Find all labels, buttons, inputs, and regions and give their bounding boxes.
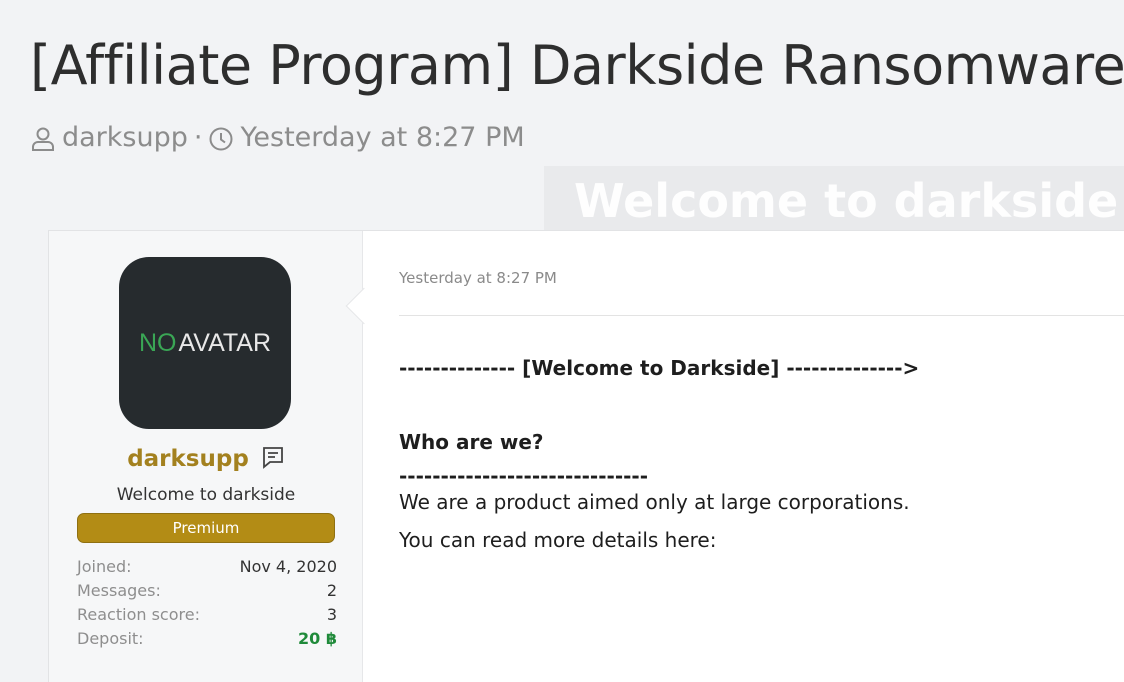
stat-value[interactable]: 2 bbox=[327, 579, 337, 603]
premium-badge: Premium bbox=[77, 513, 335, 543]
clock-icon bbox=[208, 122, 234, 153]
author-link[interactable]: darksupp bbox=[62, 122, 188, 153]
user-title: Welcome to darkside bbox=[116, 485, 296, 505]
thread-title: [Affiliate Program] Darkside Ransomware bbox=[30, 34, 1124, 97]
stat-label: Messages: bbox=[77, 581, 161, 600]
user-info-column: NO AVATAR darksupp Welcome to darkside P… bbox=[49, 231, 363, 682]
post-divider bbox=[399, 315, 1124, 316]
stat-label: Deposit: bbox=[77, 629, 144, 648]
stat-deposit: Deposit: 20 ฿ bbox=[77, 627, 337, 651]
stat-value: Nov 4, 2020 bbox=[239, 557, 337, 576]
stat-messages: Messages: 2 bbox=[77, 579, 337, 603]
avatar[interactable]: NO AVATAR bbox=[119, 257, 291, 429]
who-heading: Who are we? bbox=[399, 430, 544, 454]
user-stats: Joined: Nov 4, 2020 Messages: 2 Reaction… bbox=[77, 555, 337, 651]
thread-time-link[interactable]: Yesterday at 8:27 PM bbox=[240, 122, 524, 153]
stat-joined: Joined: Nov 4, 2020 bbox=[77, 555, 337, 579]
message-icon[interactable] bbox=[261, 445, 285, 473]
stat-value: 3 bbox=[326, 605, 337, 624]
stat-label: Reaction score: bbox=[77, 605, 200, 624]
paragraph-2: You can read more details here: bbox=[399, 528, 717, 552]
byline-separator: · bbox=[193, 122, 203, 153]
stat-value: 20 ฿ bbox=[298, 629, 337, 648]
stat-label: Joined: bbox=[77, 557, 132, 576]
paragraph-1: We are a product aimed only at large cor… bbox=[399, 490, 910, 514]
user-icon bbox=[30, 122, 56, 153]
avatar-text-avatar: AVATAR bbox=[178, 328, 272, 357]
avatar-text-no: NO bbox=[138, 328, 177, 357]
username-row: darksupp bbox=[49, 445, 363, 473]
thread-byline: darksupp · Yesterday at 8:27 PM bbox=[30, 122, 525, 153]
username-link[interactable]: darksupp bbox=[127, 446, 249, 472]
welcome-line: -------------- [Welcome to Darkside] ---… bbox=[399, 356, 920, 380]
post-date-link[interactable]: Yesterday at 8:27 PM bbox=[399, 269, 557, 287]
post-container: NO AVATAR darksupp Welcome to darkside P… bbox=[48, 230, 1124, 682]
stat-reaction-score: Reaction score: 3 bbox=[77, 603, 337, 627]
